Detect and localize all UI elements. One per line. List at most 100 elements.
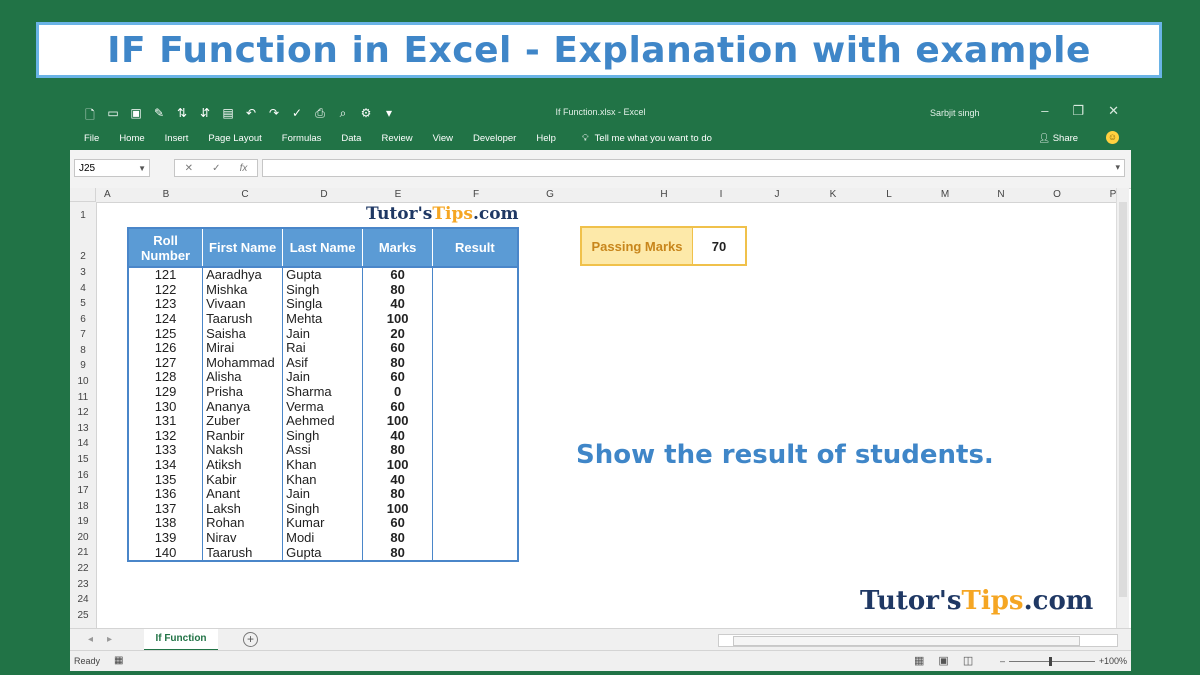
cell-result[interactable] — [433, 356, 518, 371]
tab-formulas[interactable]: Formulas — [282, 133, 322, 144]
cell-roll-number[interactable]: 131 — [128, 414, 204, 429]
cell-result[interactable] — [433, 370, 518, 385]
cell-marks[interactable]: 80 — [362, 531, 434, 546]
header-result[interactable]: Result — [432, 228, 518, 268]
cell-first-name[interactable]: Naksh — [202, 443, 284, 458]
expand-formula-icon[interactable]: ▾ — [1115, 162, 1120, 173]
column-header[interactable]: O — [1049, 189, 1065, 200]
cell-marks[interactable]: 60 — [362, 267, 434, 283]
passing-marks-label[interactable]: Passing Marks — [582, 228, 693, 264]
cell-first-name[interactable]: Taarush — [202, 545, 284, 561]
row-header[interactable]: 23 — [70, 579, 96, 590]
cell-last-name[interactable]: Gupta — [282, 267, 364, 283]
cell-marks[interactable]: 100 — [362, 458, 434, 473]
row-header[interactable]: 24 — [70, 594, 96, 605]
cell-marks[interactable]: 100 — [362, 501, 434, 517]
close-icon[interactable]: ✕ — [1108, 103, 1119, 119]
cell-result[interactable] — [433, 545, 518, 561]
cell-roll-number[interactable]: 140 — [128, 545, 204, 561]
cell-last-name[interactable]: Singh — [282, 501, 364, 517]
tab-page-layout[interactable]: Page Layout — [208, 133, 261, 144]
column-header[interactable]: D — [316, 189, 332, 200]
row-header[interactable]: 10 — [70, 376, 96, 387]
cancel-icon[interactable]: ✕ — [185, 163, 193, 174]
share-button[interactable]: 👤︎ Share — [1038, 133, 1078, 144]
select-all-corner[interactable] — [70, 188, 96, 202]
cell-marks[interactable]: 60 — [362, 399, 434, 414]
row-header[interactable]: 14 — [70, 438, 96, 449]
column-header[interactable]: G — [542, 189, 558, 200]
horizontal-scrollbar[interactable] — [718, 634, 1118, 647]
page-break-view-icon[interactable]: ◫ — [963, 654, 973, 667]
cell-last-name[interactable]: Assi — [282, 443, 364, 458]
cell-first-name[interactable]: Prisha — [202, 385, 284, 400]
cell-marks[interactable]: 0 — [362, 385, 434, 400]
row-header[interactable]: 17 — [70, 485, 96, 496]
header-marks[interactable]: Marks — [362, 228, 434, 268]
cell-first-name[interactable]: Vivaan — [202, 297, 284, 312]
cell-first-name[interactable]: Mishka — [202, 283, 284, 298]
tab-insert[interactable]: Insert — [165, 133, 189, 144]
cell-result[interactable] — [433, 502, 518, 517]
cell-first-name[interactable]: Anant — [202, 487, 284, 502]
cell-first-name[interactable]: Saisha — [202, 326, 284, 341]
cell-marks[interactable]: 40 — [362, 429, 434, 444]
tab-view[interactable]: View — [433, 133, 453, 144]
cell-last-name[interactable]: Jain — [282, 326, 364, 341]
cell-marks[interactable]: 20 — [362, 326, 434, 341]
cell-marks[interactable]: 40 — [362, 472, 434, 487]
column-header[interactable]: M — [937, 189, 953, 200]
chevron-down-icon[interactable]: ▼ — [138, 160, 146, 178]
column-header[interactable]: L — [881, 189, 897, 200]
cell-last-name[interactable]: Mehta — [282, 312, 364, 327]
row-header[interactable]: 4 — [70, 283, 96, 294]
row-header[interactable]: 22 — [70, 563, 96, 574]
column-header[interactable]: H — [656, 189, 672, 200]
cell-first-name[interactable]: Alisha — [202, 370, 284, 385]
cell-result[interactable] — [433, 399, 518, 414]
cell-marks[interactable]: 100 — [362, 414, 434, 429]
cell-last-name[interactable]: Jain — [282, 370, 364, 385]
smiley-feedback-icon[interactable]: ☺ — [1106, 131, 1119, 144]
row-header[interactable]: 20 — [70, 532, 96, 543]
cell-last-name[interactable]: Sharma — [282, 385, 364, 400]
vertical-scrollbar[interactable] — [1116, 188, 1129, 628]
row-header[interactable]: 15 — [70, 454, 96, 465]
cell-first-name[interactable]: Atiksh — [202, 458, 284, 473]
cell-marks[interactable]: 100 — [362, 312, 434, 327]
passing-marks-value[interactable]: 70 — [693, 228, 745, 264]
cell-result[interactable] — [433, 297, 518, 312]
cell-first-name[interactable]: Mohammad — [202, 356, 284, 371]
cell-result[interactable] — [433, 326, 518, 341]
normal-view-icon[interactable]: ▦ — [914, 654, 924, 667]
cell-result[interactable] — [433, 429, 518, 444]
column-header[interactable]: B — [158, 189, 174, 200]
next-sheet-icon[interactable]: ▸ — [107, 634, 112, 645]
column-header[interactable]: F — [468, 189, 484, 200]
cell-last-name[interactable]: Singh — [282, 429, 364, 444]
cell-marks[interactable]: 80 — [362, 487, 434, 502]
row-header[interactable]: 5 — [70, 298, 96, 309]
cell-marks[interactable]: 80 — [362, 443, 434, 458]
column-header[interactable]: C — [237, 189, 253, 200]
tab-developer[interactable]: Developer — [473, 133, 516, 144]
row-header[interactable]: 16 — [70, 470, 96, 481]
cell-first-name[interactable]: Ranbir — [202, 429, 284, 444]
name-box[interactable]: J25 ▼ — [74, 159, 150, 177]
cell-first-name[interactable]: Rohan — [202, 516, 284, 531]
cell-last-name[interactable]: Kumar — [282, 516, 364, 531]
cell-marks[interactable]: 80 — [362, 356, 434, 371]
cell-last-name[interactable]: Singh — [282, 283, 364, 298]
cell-roll-number[interactable]: 122 — [128, 283, 204, 298]
cell-result[interactable] — [433, 458, 518, 473]
cell-marks[interactable]: 80 — [362, 545, 434, 561]
cell-last-name[interactable]: Khan — [282, 472, 364, 487]
page-layout-view-icon[interactable]: ▣ — [938, 654, 948, 667]
cell-last-name[interactable]: Jain — [282, 487, 364, 502]
cell-roll-number[interactable]: 139 — [128, 531, 204, 546]
zoom-out-icon[interactable]: – — [1000, 656, 1005, 666]
row-header[interactable]: 25 — [70, 610, 96, 621]
cell-first-name[interactable]: Ananya — [202, 399, 284, 414]
cell-roll-number[interactable]: 123 — [128, 297, 204, 312]
header-first-name[interactable]: First Name — [202, 228, 284, 268]
